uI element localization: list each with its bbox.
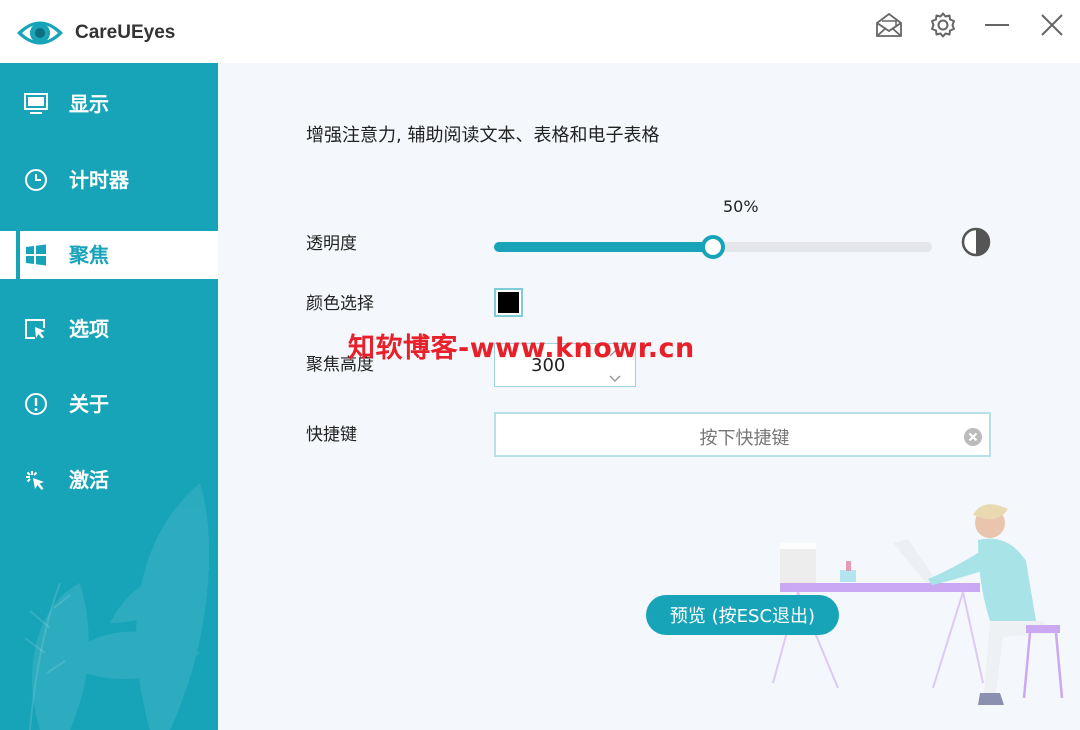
gear-icon <box>931 12 955 38</box>
color-label: 颜色选择 <box>306 294 374 314</box>
slider-fill <box>494 242 713 252</box>
minimize-button[interactable] <box>979 8 1015 42</box>
transparency-label: 透明度 <box>306 234 357 254</box>
close-icon <box>1041 14 1063 36</box>
slider-thumb[interactable] <box>701 235 725 259</box>
title-bar: CareUEyes <box>0 0 1080 63</box>
color-picker-button[interactable] <box>494 288 523 317</box>
info-circle-icon <box>25 393 47 415</box>
color-swatch <box>498 292 519 313</box>
focus-description: 增强注意力, 辅助阅读文本、表格和电子表格 <box>306 125 660 146</box>
close-button[interactable] <box>1034 8 1070 42</box>
sidebar-item-label: 关于 <box>69 392 109 416</box>
minimize-icon <box>985 24 1009 26</box>
sidebar-item-activate[interactable]: 激活 <box>0 456 218 504</box>
sidebar-item-timer[interactable]: 计时器 <box>0 156 218 204</box>
focus-panel: 增强注意力, 辅助阅读文本、表格和电子表格 50% 透明度 颜色选择 聚焦高度 … <box>218 63 1080 730</box>
hotkey-input[interactable]: 按下快捷键 <box>494 412 991 457</box>
settings-button[interactable] <box>925 8 961 42</box>
sidebar-item-label: 选项 <box>69 317 109 341</box>
mail-icon <box>876 12 902 37</box>
app-title: CareUEyes <box>75 22 176 43</box>
click-sparkle-icon <box>26 471 44 490</box>
sidebar-item-display[interactable]: 显示 <box>0 80 218 128</box>
sidebar-item-focus[interactable]: 聚焦 <box>0 231 218 279</box>
contrast-icon <box>961 227 991 257</box>
windows-icon <box>26 244 46 266</box>
watermark-text: 知软博客-www.knowr.cn <box>348 333 695 364</box>
clock-icon <box>25 169 47 191</box>
cursor-box-icon <box>25 319 45 339</box>
sidebar-item-about[interactable]: 关于 <box>0 380 218 428</box>
feedback-button[interactable] <box>871 8 907 42</box>
sidebar-item-options[interactable]: 选项 <box>0 305 218 353</box>
transparency-value: 50% <box>723 197 759 216</box>
preview-button[interactable]: 预览 (按ESC退出) <box>646 595 839 635</box>
sidebar: 显示 计时器 聚焦 选项 关于 激活 <box>0 63 218 730</box>
hotkey-placeholder: 按下快捷键 <box>699 428 790 449</box>
clear-icon[interactable] <box>963 427 983 447</box>
eye-logo-icon <box>17 21 63 45</box>
monitor-icon <box>24 93 48 114</box>
transparency-slider[interactable] <box>494 235 932 259</box>
sidebar-item-label: 计时器 <box>69 168 129 192</box>
sidebar-item-label: 激活 <box>69 468 109 492</box>
sidebar-item-label: 聚焦 <box>69 243 109 267</box>
hotkey-label: 快捷键 <box>306 425 357 445</box>
sidebar-item-label: 显示 <box>69 92 109 116</box>
